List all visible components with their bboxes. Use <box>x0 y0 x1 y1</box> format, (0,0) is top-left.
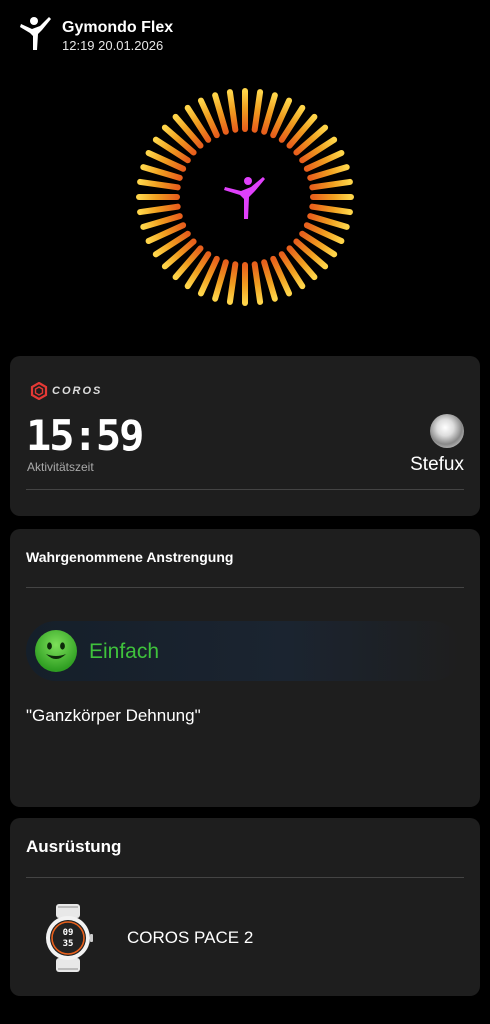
smiley-face-icon <box>35 630 77 672</box>
ring-tick <box>226 89 239 133</box>
ring-tick <box>140 213 183 230</box>
activity-time-label: Aktivitätszeit <box>27 460 94 474</box>
device-name: COROS PACE 2 <box>127 928 254 947</box>
header: Gymondo Flex 12:19 20.01.2026 <box>18 16 173 54</box>
ring-tick <box>226 261 239 305</box>
yoga-pose-icon <box>20 17 51 50</box>
ring-tick <box>212 259 229 302</box>
ring-tick <box>309 203 353 216</box>
equipment-card[interactable]: Ausrüstung 09 35 COROS PACE 2 <box>10 818 480 996</box>
divider <box>26 489 464 490</box>
coros-brand: COROS <box>52 385 103 397</box>
watch-icon: 09 35 <box>46 904 93 972</box>
perceived-effort-card[interactable]: Wahrgenommene Anstrengung Einfach "Ganzk… <box>10 529 480 807</box>
watch-face-minute: 35 <box>63 939 74 949</box>
coros-logo: COROS <box>30 382 102 400</box>
watch-face-hour: 09 <box>63 928 74 938</box>
ring-tick <box>251 261 264 305</box>
ring-tick <box>307 164 350 181</box>
ring-tick <box>251 89 264 133</box>
ring-tick <box>137 203 181 216</box>
ring-tick <box>212 92 229 135</box>
coros-summary-card[interactable]: COROS 15:59 Aktivitätszeit Stefux <box>10 356 480 516</box>
effort-title: Wahrgenommene Anstrengung <box>26 549 234 565</box>
ring-tick <box>261 259 278 302</box>
ring-tick <box>261 92 278 135</box>
activity-title: Gymondo Flex <box>62 19 174 36</box>
ring-tick <box>137 178 181 191</box>
divider <box>26 877 464 878</box>
activity-datetime: 12:19 20.01.2026 <box>62 38 164 53</box>
activity-time: 15:59 <box>26 411 144 460</box>
divider <box>26 587 464 588</box>
yoga-pose-icon <box>224 177 265 219</box>
ring-tick <box>307 213 350 230</box>
user-name[interactable]: Stefux <box>410 454 464 476</box>
avatar[interactable] <box>430 414 464 448</box>
effort-level-label: Einfach <box>89 640 160 663</box>
activity-ring <box>135 87 355 307</box>
ring-tick <box>140 164 183 181</box>
ring-tick <box>309 178 353 191</box>
equipment-title: Ausrüstung <box>26 837 122 856</box>
workout-name: "Ganzkörper Dehnung" <box>26 706 201 725</box>
coros-logo-icon <box>30 382 48 400</box>
